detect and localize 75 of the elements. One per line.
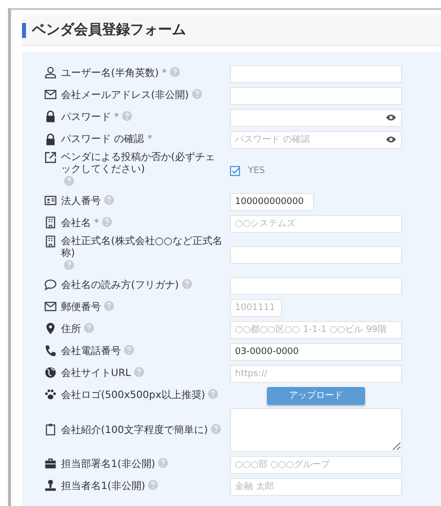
field-icon [44,366,57,379]
field-icon [44,322,57,335]
field-icon [44,422,57,436]
form-title: ベンダ会員登録フォーム [32,21,186,39]
field-label: 担当者名1(非公開) [61,481,146,493]
field-label: 担当部署名1(非公開) [61,459,156,471]
eye-icon[interactable] [386,136,396,143]
input-field[interactable]: ○○都○○区○○ 1-1-1 ○○ビル 99階 [230,320,402,338]
field-icon [44,110,57,123]
help-icon[interactable] [182,279,192,289]
field-label: 会社正式名(株式会社○○など正式名称) [61,236,224,260]
field-icon [44,66,57,79]
text-area[interactable] [230,408,402,452]
input-field[interactable]: ○○○部 ○○○グループ [230,456,402,474]
checkbox-label: YES [248,166,265,176]
input-field[interactable]: ○○システムズ [230,214,402,232]
help-icon[interactable] [170,67,180,77]
field-icon [44,479,57,492]
field-label: ユーザー名(半角英数) [61,68,159,80]
field-icon [44,151,57,164]
required-mark: * [94,218,99,229]
field-label: 会社電話番号 [61,346,121,358]
help-icon[interactable] [104,301,114,311]
eye-icon[interactable] [386,114,396,121]
field-label: パスワード の確認 [61,134,144,146]
input-field[interactable]: 金融 太郎 [230,478,402,496]
input-field[interactable]: https:// [230,364,402,382]
input-field[interactable] [230,86,402,104]
field-icon [44,235,57,248]
field-label: 会社名 [61,218,91,230]
field-label: 住所 [61,324,81,336]
checkbox[interactable] [230,166,240,176]
input-field[interactable]: 100000000000 [230,192,314,210]
field-icon [44,132,57,146]
help-icon[interactable] [124,345,134,355]
field-label: 法人番号 [61,196,101,208]
field-icon [44,216,57,229]
input-field[interactable] [230,108,402,126]
field-label: 会社名の読み方(フリガナ) [61,280,179,292]
help-icon[interactable] [102,217,112,227]
field-label: ベンダによる投稿か否か(必ずチェックしてください) [61,152,216,176]
help-icon[interactable] [208,389,218,399]
input-field[interactable]: パスワード の確認 [230,130,402,148]
field-icon [44,300,57,313]
field-label: 会社ロゴ(500x500px以上推奨) [61,390,206,402]
field-icon [44,344,57,357]
field-icon [44,88,57,101]
required-mark: * [147,134,152,144]
help-icon[interactable] [192,89,202,99]
field-label: 会社メールアドレス(非公開) [61,90,189,102]
field-label: 会社紹介(100文字程度で簡単に) [61,424,208,436]
field-label: パスワード [61,112,111,124]
help-icon[interactable] [134,367,144,377]
input-field[interactable]: 1001111 [230,298,282,316]
required-mark: * [162,68,167,79]
field-icon [44,457,57,470]
field-label: 会社サイトURL [61,368,131,380]
input-field[interactable] [230,64,402,82]
input-field[interactable] [230,246,402,264]
help-icon[interactable] [122,111,132,121]
help-icon[interactable] [84,323,94,333]
help-icon[interactable] [158,458,168,468]
input-field[interactable]: 03-0000-0000 [230,342,402,360]
required-mark: * [114,112,119,123]
help-icon[interactable] [148,480,158,490]
field-icon [44,388,57,401]
help-icon[interactable] [210,424,221,434]
input-field[interactable] [230,276,402,294]
field-icon [44,278,57,291]
help-icon[interactable] [64,260,74,270]
field-icon [44,194,57,207]
help-icon[interactable] [64,176,74,186]
accent-bar [22,22,26,38]
help-icon[interactable] [104,195,114,205]
field-label: 郵便番号 [61,302,101,314]
